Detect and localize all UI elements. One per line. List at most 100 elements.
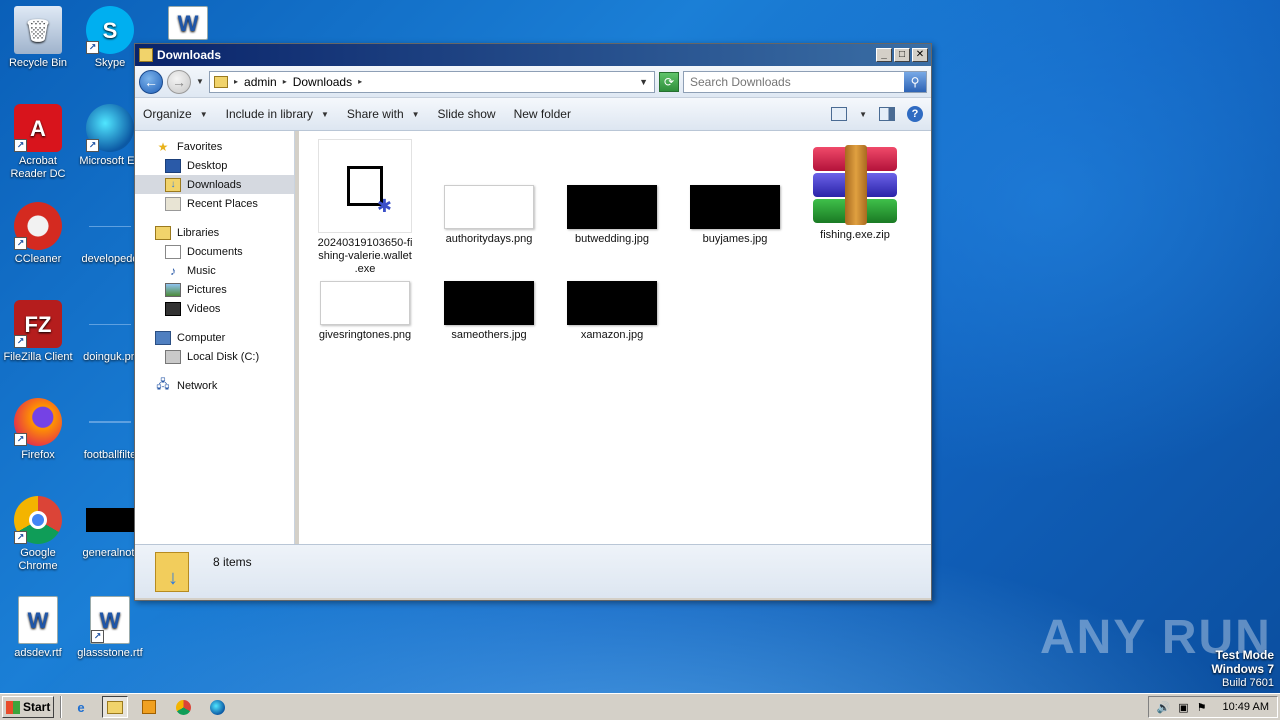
videos-icon [165, 301, 181, 316]
chevron-right-icon[interactable]: ▸ [234, 77, 238, 86]
file-item-xamazon[interactable]: xamazon.jpg [562, 281, 662, 342]
image-file-icon [86, 398, 134, 446]
start-button[interactable]: Start [2, 696, 54, 718]
internet-explorer-icon[interactable]: e [68, 696, 94, 718]
breadcrumb-downloads[interactable]: Downloads [293, 75, 352, 89]
word-document-icon: W [168, 6, 208, 40]
explorer-window: Downloads _ □ ✕ ← → ▼ ▸ admin ▸ Download… [134, 43, 932, 601]
view-options-dropdown-icon[interactable]: ▼ [859, 110, 867, 119]
image-thumbnail [444, 281, 534, 325]
nav-libraries[interactable]: Libraries [135, 223, 294, 242]
chevron-down-icon: ▼ [199, 109, 208, 119]
nav-computer[interactable]: Computer [135, 328, 294, 347]
forward-button[interactable]: → [167, 69, 191, 94]
title-bar[interactable]: Downloads _ □ ✕ [135, 44, 931, 66]
volume-icon[interactable]: 🔊 [1157, 701, 1171, 714]
desktop-icon-recycle-bin[interactable]: 🗑 Recycle Bin [0, 6, 76, 70]
file-item-butwedding[interactable]: butwedding.jpg [562, 185, 662, 246]
desktop-icon-ccleaner[interactable]: ↗ CCleaner [0, 202, 76, 266]
recent-pages-dropdown-icon[interactable]: ▼ [195, 77, 205, 86]
filezilla-icon: FZ ↗ [14, 300, 62, 348]
application-icon: ✱ [318, 139, 412, 233]
minimize-button[interactable]: _ [876, 48, 892, 62]
preview-pane-icon[interactable] [879, 107, 895, 121]
system-tray: 🔊 ▣ ⚑ 10:49 AM [1147, 696, 1278, 718]
file-item-givesringtones[interactable]: givesringtones.png [315, 281, 415, 342]
address-bar[interactable]: ▸ admin ▸ Downloads ▸ ▼ [209, 70, 655, 93]
image-thumbnail [690, 185, 780, 229]
organize-button[interactable]: Organize ▼ [143, 107, 208, 121]
skype-icon: S ↗ [86, 6, 134, 54]
ccleaner-icon: ↗ [14, 202, 62, 250]
chrome-taskbar-icon[interactable] [170, 696, 196, 718]
chrome-icon: ↗ [14, 496, 62, 544]
search-icon[interactable]: ⚲ [904, 71, 926, 92]
search-input[interactable] [690, 74, 904, 89]
nav-network[interactable]: 🖧 Network [135, 376, 294, 395]
desktop-icon-partial-word[interactable]: W [150, 6, 226, 43]
desktop-icon-acrobat[interactable]: A ↗ Acrobat Reader DC [0, 104, 76, 181]
maximize-button[interactable]: □ [894, 48, 910, 62]
downloads-folder-icon: ↓ [155, 551, 189, 592]
nav-downloads[interactable]: ↓ Downloads [135, 175, 294, 194]
help-icon[interactable]: ? [907, 106, 923, 122]
action-center-icon[interactable]: ⚑ [1197, 701, 1207, 714]
image-thumbnail [444, 185, 534, 229]
nav-recent-places[interactable]: Recent Places [135, 194, 294, 213]
change-view-icon[interactable] [831, 107, 848, 121]
nav-videos[interactable]: Videos [135, 299, 294, 318]
refresh-button[interactable]: ⟳ [659, 71, 679, 92]
nav-pictures[interactable]: Pictures [135, 280, 294, 299]
star-icon: ★ [157, 139, 169, 154]
nav-favorites[interactable]: ★ Favorites [135, 137, 294, 156]
computer-icon [155, 330, 171, 345]
chevron-right-icon[interactable]: ▸ [358, 77, 362, 86]
desktop-icon-firefox[interactable]: ↗ Firefox [0, 398, 76, 462]
edge-taskbar-icon[interactable] [204, 696, 230, 718]
desktop-icon-chrome[interactable]: ↗ Google Chrome [0, 496, 76, 573]
music-icon: ♪ [170, 263, 176, 278]
back-button[interactable]: ← [139, 69, 163, 94]
file-item-buyjames[interactable]: buyjames.jpg [685, 185, 785, 246]
desktop-icon-glassstone[interactable]: W ↗ glassstone.rtf [72, 596, 148, 660]
file-item-authoritydays[interactable]: authoritydays.png [439, 185, 539, 246]
nav-local-disk[interactable]: Local Disk (C:) [135, 347, 294, 366]
desktop-icon [165, 158, 181, 173]
libraries-icon [155, 225, 171, 240]
downloads-folder-icon: ↓ [165, 177, 181, 192]
file-item-fishing-zip[interactable]: fishing.exe.zip [805, 145, 905, 242]
close-button[interactable]: ✕ [912, 48, 928, 62]
chevron-right-icon[interactable]: ▸ [283, 77, 287, 86]
slide-show-button[interactable]: Slide show [438, 107, 496, 121]
include-in-library-button[interactable]: Include in library ▼ [226, 107, 329, 121]
file-item-sameothers[interactable]: sameothers.jpg [439, 281, 539, 342]
chevron-down-icon: ▼ [411, 109, 420, 119]
firefox-icon: ↗ [14, 398, 62, 446]
address-dropdown-icon[interactable]: ▼ [639, 77, 648, 87]
share-with-button[interactable]: Share with ▼ [347, 107, 420, 121]
image-thumbnail [567, 281, 657, 325]
test-mode-label: Test Mode Windows 7 Build 7601 [1211, 648, 1274, 689]
desktop-icon-filezilla[interactable]: FZ ↗ FileZilla Client [0, 300, 76, 364]
search-box: ⚲ [683, 70, 927, 93]
media-player-icon[interactable] [136, 696, 162, 718]
nav-documents[interactable]: Documents [135, 242, 294, 261]
command-bar: Organize ▼ Include in library ▼ Share with… [135, 98, 931, 131]
nav-music[interactable]: ♪ Music [135, 261, 294, 280]
window-title: Downloads [157, 48, 222, 62]
winrar-archive-icon [809, 145, 901, 225]
image-thumbnail [320, 281, 410, 325]
network-icon: 🖧 [156, 377, 170, 391]
item-count: 8 items [213, 554, 252, 569]
breadcrumb-admin[interactable]: admin [244, 75, 277, 89]
explorer-taskbar-icon[interactable] [102, 696, 128, 718]
clock[interactable]: 10:49 AM [1223, 701, 1269, 713]
chevron-down-icon: ▼ [321, 109, 329, 119]
file-item-wallet-exe[interactable]: ✱ 20240319103650-fi shing-valerie.wallet… [315, 139, 415, 276]
new-folder-button[interactable]: New folder [514, 107, 571, 121]
network-tray-icon[interactable]: ▣ [1178, 701, 1188, 714]
desktop-icon-adsdev[interactable]: W adsdev.rtf [0, 596, 76, 660]
taskbar: Start e 🔊 ▣ ⚑ 10:49 AM [0, 693, 1280, 720]
recent-places-icon [165, 196, 181, 211]
nav-desktop[interactable]: Desktop [135, 156, 294, 175]
